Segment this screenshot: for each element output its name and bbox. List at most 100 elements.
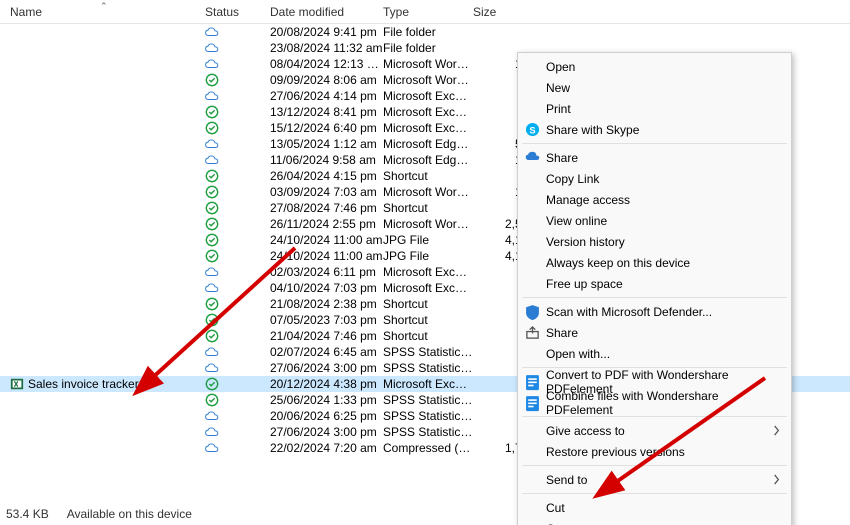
file-date-cell: 26/11/2024 2:55 pm	[270, 217, 383, 231]
file-status-cell	[205, 425, 270, 439]
skype-icon: S	[525, 122, 540, 137]
cloud-status-icon	[205, 361, 219, 375]
column-header-date[interactable]: Date modified	[270, 1, 383, 23]
file-type-cell: SPSS Statistics Dat...	[383, 425, 473, 439]
file-date-cell: 07/05/2023 7:03 pm	[270, 313, 383, 327]
file-type-cell: Microsoft Edge P...	[383, 153, 473, 167]
menu-item-version-history[interactable]: Version history	[520, 231, 789, 252]
file-type-cell: Microsoft Word D...	[383, 185, 473, 199]
column-header-status[interactable]: Status	[205, 1, 270, 23]
file-type-cell: Microsoft Excel W...	[383, 89, 473, 103]
file-date-cell: 11/06/2024 9:58 am	[270, 153, 383, 167]
menu-item-free-up-space[interactable]: Free up space	[520, 273, 789, 294]
column-headers: Name Status Date modified Type Size	[0, 0, 850, 24]
file-status-cell	[205, 41, 270, 55]
file-date-cell: 25/06/2024 1:33 pm	[270, 393, 383, 407]
menu-item-copy[interactable]: Copy	[520, 518, 789, 525]
menu-item-label: Scan with Microsoft Defender...	[546, 305, 712, 319]
menu-item-print[interactable]: Print	[520, 98, 789, 119]
file-status-cell	[205, 265, 270, 279]
file-status-cell	[205, 329, 270, 343]
chevron-right-icon	[772, 474, 781, 488]
file-status-cell	[205, 233, 270, 247]
menu-item-share-with-skype[interactable]: S Share with Skype	[520, 119, 789, 140]
sort-indicator-icon: ⌃	[100, 1, 108, 12]
menu-item-manage-access[interactable]: Manage access	[520, 189, 789, 210]
synced-status-icon	[205, 121, 219, 135]
synced-status-icon	[205, 377, 219, 391]
file-type-cell: Microsoft Excel W...	[383, 265, 473, 279]
file-type-cell: File folder	[383, 41, 473, 55]
file-status-cell	[205, 281, 270, 295]
cloud-status-icon	[205, 441, 219, 455]
shield-icon	[525, 304, 540, 319]
status-bar: 53.4 KB Available on this device	[0, 503, 192, 525]
cloud-status-icon	[205, 41, 219, 55]
menu-item-view-online[interactable]: View online	[520, 210, 789, 231]
file-type-cell: Shortcut	[383, 297, 473, 311]
menu-item-label: Send to	[546, 473, 587, 487]
file-status-cell	[205, 73, 270, 87]
file-name-label: Sales invoice tracker1	[28, 377, 145, 391]
menu-separator	[522, 297, 787, 298]
menu-item-scan-with-microsoft-defender[interactable]: Scan with Microsoft Defender...	[520, 301, 789, 322]
menu-item-label: Cut	[546, 501, 565, 515]
file-row[interactable]: 20/08/2024 9:41 pmFile folder	[0, 24, 850, 40]
synced-status-icon	[205, 169, 219, 183]
column-header-size[interactable]: Size	[473, 1, 533, 23]
cloud-status-icon	[205, 25, 219, 39]
menu-item-open-with[interactable]: Open with...	[520, 343, 789, 364]
cloud-status-icon	[205, 425, 219, 439]
context-menu[interactable]: OpenNewPrintSShare with SkypeShareCopy L…	[517, 52, 792, 525]
file-type-cell: Microsoft Excel W...	[383, 105, 473, 119]
file-date-cell: 27/06/2024 3:00 pm	[270, 425, 383, 439]
file-type-cell: Microsoft Word D...	[383, 73, 473, 87]
file-status-cell	[205, 377, 270, 391]
menu-item-combine-files-with-wondershare-pdfelement[interactable]: Combine files with Wondershare PDFelemen…	[520, 392, 789, 413]
menu-item-send-to[interactable]: Send to	[520, 469, 789, 490]
file-type-cell: Microsoft Excel W...	[383, 377, 473, 391]
cloud-icon	[525, 150, 540, 165]
file-type-cell: Compressed (zipp...	[383, 441, 473, 455]
synced-status-icon	[205, 249, 219, 263]
file-type-cell: Microsoft Excel W...	[383, 121, 473, 135]
status-avail: Available on this device	[67, 507, 192, 521]
menu-item-label: Manage access	[546, 193, 630, 207]
column-header-type[interactable]: Type	[383, 1, 473, 23]
file-date-cell: 20/12/2024 4:38 pm	[270, 377, 383, 391]
cloud-status-icon	[205, 137, 219, 151]
menu-item-open[interactable]: Open	[520, 56, 789, 77]
file-status-cell	[205, 201, 270, 215]
file-status-cell	[205, 249, 270, 263]
menu-item-new[interactable]: New	[520, 77, 789, 98]
synced-status-icon	[205, 73, 219, 87]
file-date-cell: 27/06/2024 4:14 pm	[270, 89, 383, 103]
file-status-cell	[205, 169, 270, 183]
menu-item-give-access-to[interactable]: Give access to	[520, 420, 789, 441]
menu-item-label: Share with Skype	[546, 123, 639, 137]
menu-item-label: Give access to	[546, 424, 625, 438]
menu-item-label: Restore previous versions	[546, 445, 685, 459]
file-name-cell[interactable]: Sales invoice tracker1	[10, 377, 205, 391]
synced-status-icon	[205, 233, 219, 247]
menu-item-restore-previous-versions[interactable]: Restore previous versions	[520, 441, 789, 462]
menu-item-always-keep-on-this-device[interactable]: Always keep on this device	[520, 252, 789, 273]
file-type-cell: File folder	[383, 25, 473, 39]
menu-item-share[interactable]: Share	[520, 147, 789, 168]
file-date-cell: 21/08/2024 2:38 pm	[270, 297, 383, 311]
file-status-cell	[205, 217, 270, 231]
cloud-status-icon	[205, 153, 219, 167]
file-date-cell: 15/12/2024 6:40 pm	[270, 121, 383, 135]
file-date-cell: 27/08/2024 7:46 pm	[270, 201, 383, 215]
excel-file-icon	[10, 377, 24, 391]
menu-item-cut[interactable]: Cut	[520, 497, 789, 518]
pdfconv-icon	[525, 374, 540, 389]
menu-item-copy-link[interactable]: Copy Link	[520, 168, 789, 189]
svg-text:S: S	[529, 125, 535, 135]
synced-status-icon	[205, 201, 219, 215]
menu-item-label: New	[546, 81, 570, 95]
file-type-cell: SPSS Statistics Out...	[383, 361, 473, 375]
chevron-right-icon	[772, 425, 781, 439]
menu-item-share[interactable]: Share	[520, 322, 789, 343]
synced-status-icon	[205, 105, 219, 119]
